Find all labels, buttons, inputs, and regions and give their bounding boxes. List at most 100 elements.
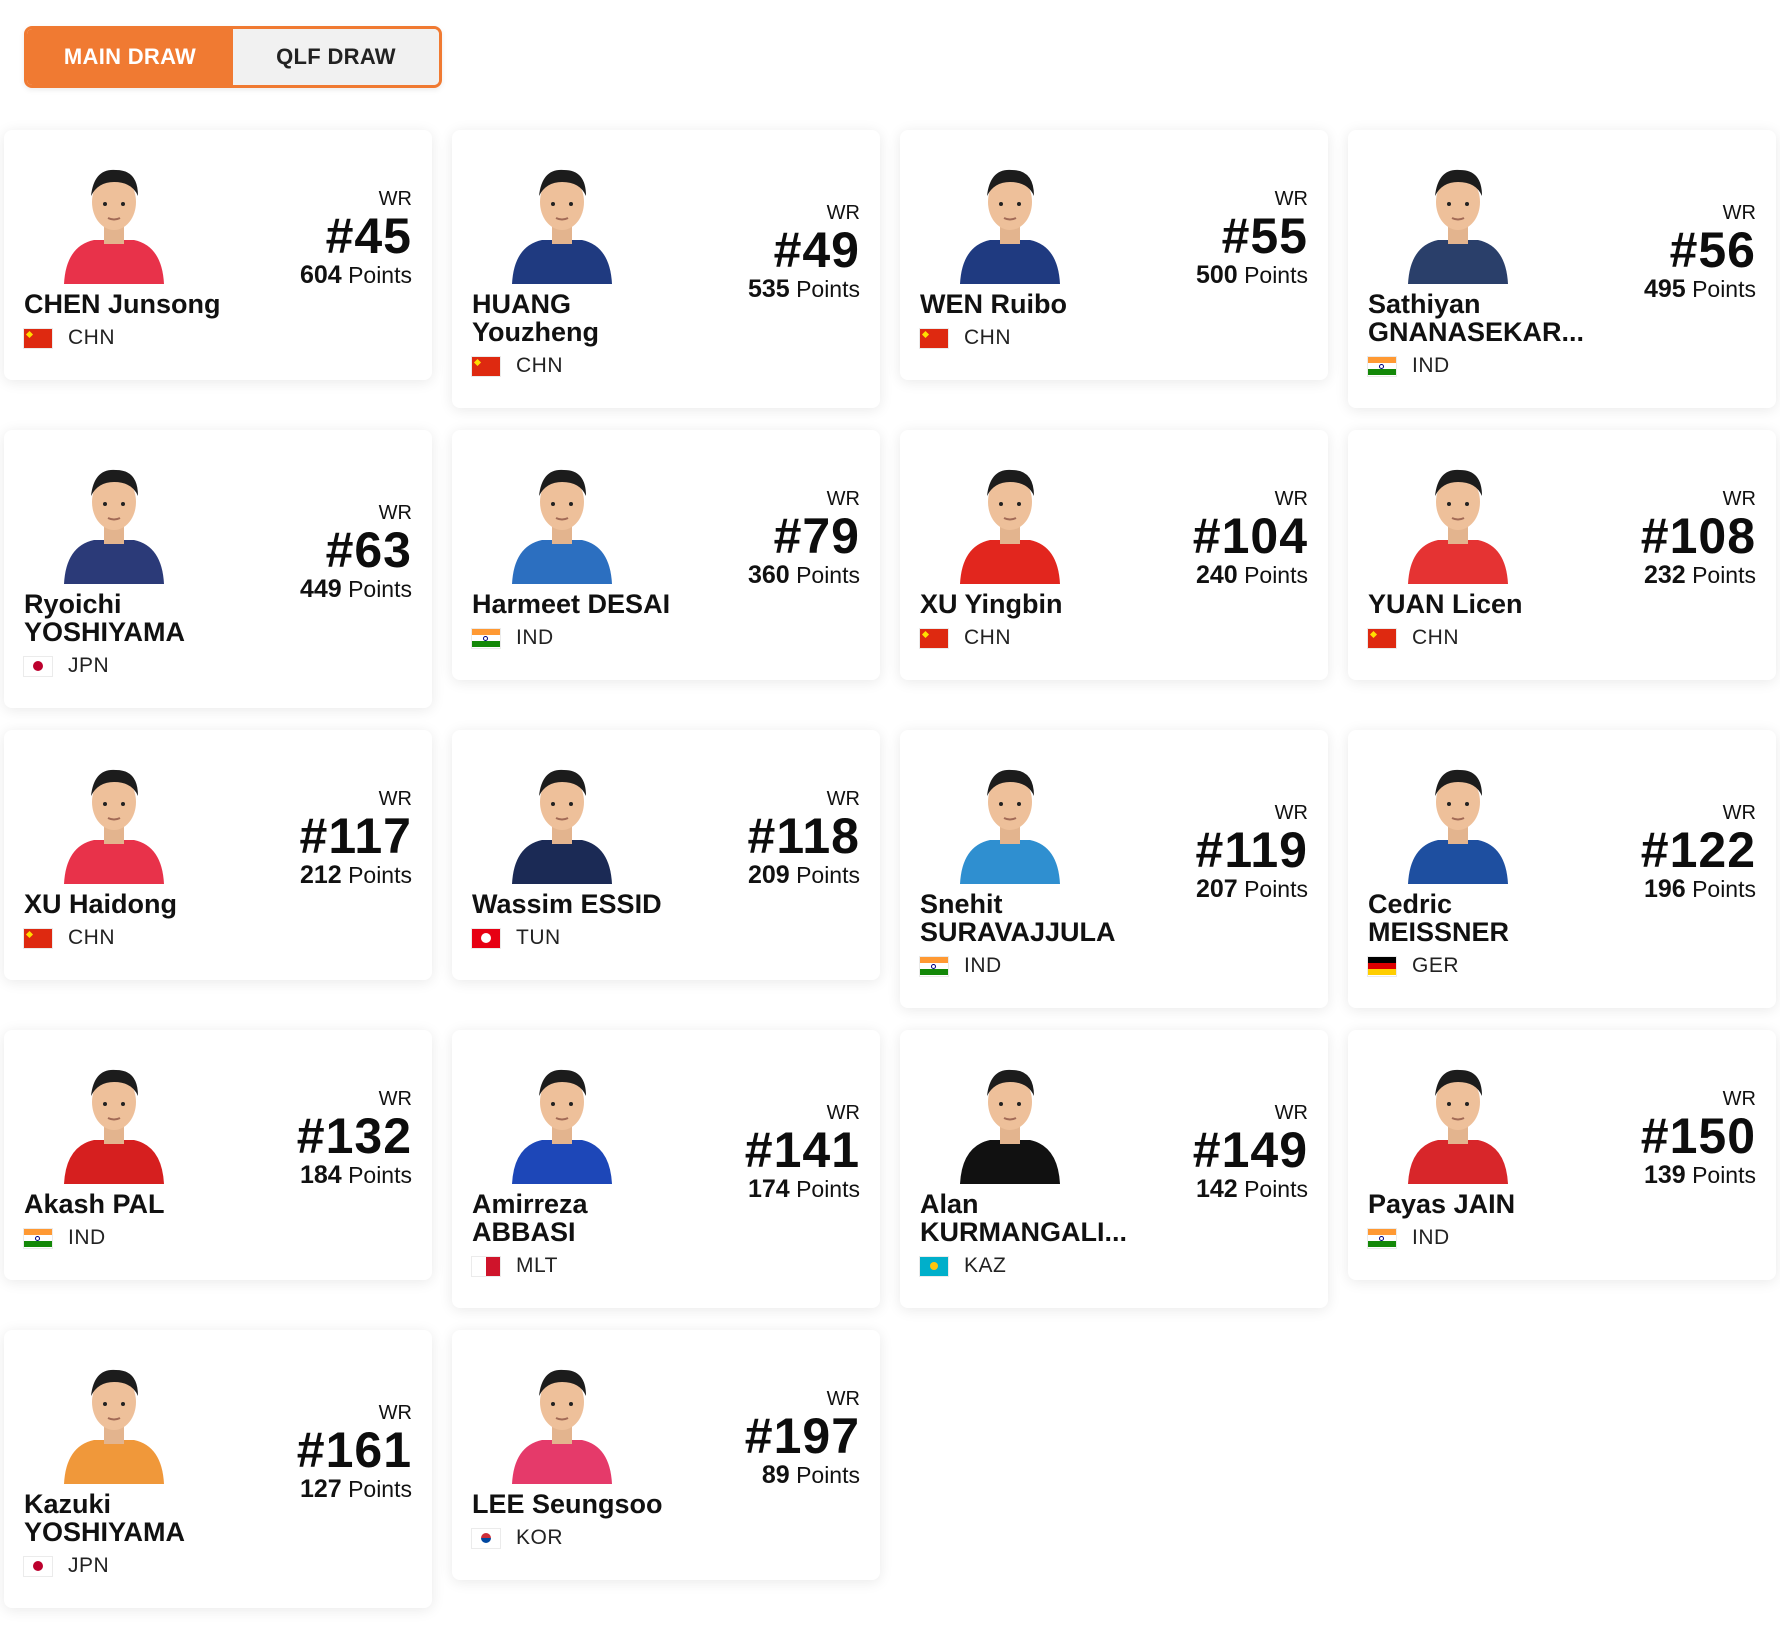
- points-value: 240: [1195, 561, 1238, 589]
- player-photo: [502, 454, 622, 584]
- country-flag-icon: [24, 1556, 52, 1576]
- player-name[interactable]: Akash PAL: [24, 1190, 264, 1218]
- ranking-points: 240 Points: [1193, 562, 1308, 588]
- wr-label: WR: [1722, 802, 1756, 824]
- player-name[interactable]: YUAN Licen: [1368, 590, 1608, 618]
- country-flag-icon: [1368, 628, 1396, 648]
- ranking-stats: WR #149 142 Points: [1193, 1102, 1308, 1202]
- player-card[interactable]: Snehit SURAVAJJULA IND WR #119 207 Points: [900, 730, 1328, 1008]
- player-name[interactable]: CHEN Junsong: [24, 290, 264, 318]
- player-card[interactable]: Amirreza ABBASI MLT WR #141 174 Points: [452, 1030, 880, 1308]
- points-value: 184: [299, 1161, 342, 1189]
- player-card[interactable]: Wassim ESSID TUN WR #118 209 Points: [452, 730, 880, 980]
- ranking-stats: WR #79 360 Points: [748, 488, 860, 588]
- wr-label: WR: [378, 1402, 412, 1424]
- player-card[interactable]: Kazuki YOSHIYAMA JPN WR #161 127 Points: [4, 1330, 432, 1608]
- player-name[interactable]: XU Yingbin: [920, 590, 1160, 618]
- world-rank: #104: [1192, 508, 1308, 564]
- player-card[interactable]: XU Yingbin CHN WR #104 240 Points: [900, 430, 1328, 680]
- wr-label: WR: [1722, 488, 1756, 510]
- points-label: Points: [796, 1176, 860, 1202]
- wr-label: WR: [826, 202, 860, 224]
- player-photo: [502, 1054, 622, 1184]
- player-name[interactable]: Harmeet DESAI: [472, 590, 712, 618]
- player-name[interactable]: WEN Ruibo: [920, 290, 1160, 318]
- country-flag-icon: [1368, 956, 1396, 976]
- player-name[interactable]: Ryoichi YOSHIYAMA: [24, 590, 264, 646]
- player-name[interactable]: Wassim ESSID: [472, 890, 712, 918]
- ranking-stats: WR #104 240 Points: [1193, 488, 1308, 588]
- country-flag-icon: [920, 956, 948, 976]
- world-rank: #150: [1640, 1108, 1756, 1164]
- player-photo: [950, 1054, 1070, 1184]
- player-country: IND: [920, 954, 1308, 978]
- tab-qlf-draw[interactable]: QLF DRAW: [233, 29, 439, 85]
- player-card[interactable]: HUANG Youzheng CHN WR #49 535 Points: [452, 130, 880, 408]
- ranking-points: 142 Points: [1193, 1176, 1308, 1202]
- player-photo: [54, 754, 174, 884]
- player-name[interactable]: XU Haidong: [24, 890, 264, 918]
- wr-label: WR: [1274, 488, 1308, 510]
- player-name[interactable]: Cedric MEISSNER: [1368, 890, 1608, 946]
- ranking-stats: WR #150 139 Points: [1641, 1088, 1756, 1188]
- ranking-stats: WR #197 89 Points: [745, 1388, 860, 1488]
- country-flag-icon: [24, 1228, 52, 1248]
- ranking-stats: WR #132 184 Points: [297, 1088, 412, 1188]
- country-code: KOR: [516, 1526, 564, 1549]
- world-rank: #161: [296, 1422, 412, 1478]
- player-card[interactable]: Akash PAL IND WR #132 184 Points: [4, 1030, 432, 1280]
- points-value: 535: [747, 275, 790, 303]
- world-rank: #149: [1192, 1122, 1308, 1178]
- points-value: 449: [299, 575, 342, 603]
- country-code: KAZ: [964, 1254, 1007, 1277]
- player-card[interactable]: CHEN Junsong CHN WR #45 604 Points: [4, 130, 432, 380]
- player-name[interactable]: HUANG Youzheng: [472, 290, 712, 346]
- player-card[interactable]: Payas JAIN IND WR #150 139 Points: [1348, 1030, 1776, 1280]
- points-label: Points: [1244, 562, 1308, 588]
- player-card[interactable]: Cedric MEISSNER GER WR #122 196 Points: [1348, 730, 1776, 1008]
- points-value: 174: [747, 1175, 790, 1203]
- world-rank: #141: [744, 1122, 860, 1178]
- country-flag-icon: [24, 928, 52, 948]
- player-country: CHN: [920, 326, 1308, 350]
- world-rank: #197: [744, 1408, 860, 1464]
- points-value: 604: [299, 261, 342, 289]
- player-country: IND: [472, 626, 860, 650]
- points-value: 139: [1643, 1161, 1686, 1189]
- player-country: KOR: [472, 1526, 860, 1550]
- player-name[interactable]: Alan KURMANGALI...: [920, 1190, 1160, 1246]
- world-rank: #63: [325, 522, 412, 578]
- player-country: CHN: [472, 354, 860, 378]
- player-photo: [1398, 154, 1518, 284]
- points-label: Points: [796, 1462, 860, 1488]
- tab-main-draw[interactable]: MAIN DRAW: [27, 29, 233, 85]
- player-name[interactable]: Kazuki YOSHIYAMA: [24, 1490, 264, 1546]
- player-name[interactable]: LEE Seungsoo: [472, 1490, 712, 1518]
- wr-label: WR: [378, 788, 412, 810]
- country-code: CHN: [964, 326, 1011, 349]
- ranking-stats: WR #119 207 Points: [1196, 802, 1308, 902]
- world-rank: #132: [296, 1108, 412, 1164]
- points-label: Points: [1692, 276, 1756, 302]
- player-card[interactable]: YUAN Licen CHN WR #108 232 Points: [1348, 430, 1776, 680]
- player-card[interactable]: WEN Ruibo CHN WR #55 500 Points: [900, 130, 1328, 380]
- player-card[interactable]: Harmeet DESAI IND WR #79 360 Points: [452, 430, 880, 680]
- ranking-stats: WR #55 500 Points: [1196, 188, 1308, 288]
- player-country: CHN: [920, 626, 1308, 650]
- player-country: IND: [1368, 354, 1756, 378]
- player-card[interactable]: Ryoichi YOSHIYAMA JPN WR #63 449 Points: [4, 430, 432, 708]
- player-name[interactable]: Snehit SURAVAJJULA: [920, 890, 1160, 946]
- ranking-points: 495 Points: [1644, 276, 1756, 302]
- player-name[interactable]: Sathiyan GNANASEKAR...: [1368, 290, 1608, 346]
- player-name[interactable]: Amirreza ABBASI: [472, 1190, 712, 1246]
- wr-label: WR: [826, 488, 860, 510]
- player-card[interactable]: Sathiyan GNANASEKAR... IND WR #56 495 Points: [1348, 130, 1776, 408]
- player-card[interactable]: LEE Seungsoo KOR WR #197 89 Points: [452, 1330, 880, 1580]
- country-code: CHN: [68, 326, 115, 349]
- player-card[interactable]: XU Haidong CHN WR #117 212 Points: [4, 730, 432, 980]
- player-name[interactable]: Payas JAIN: [1368, 1190, 1608, 1218]
- player-card[interactable]: Alan KURMANGALI... KAZ WR #149 142 Points: [900, 1030, 1328, 1308]
- player-photo: [54, 1054, 174, 1184]
- wr-label: WR: [826, 1388, 860, 1410]
- country-flag-icon: [24, 656, 52, 676]
